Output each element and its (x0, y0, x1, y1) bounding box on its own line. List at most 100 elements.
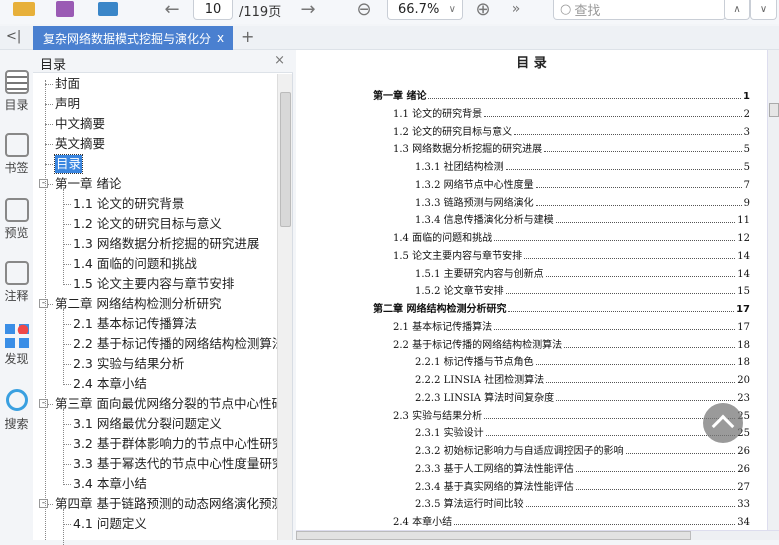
tree-connector (63, 244, 71, 245)
toc-entry[interactable]: 1.1 论文的研究背景 2 (393, 104, 750, 120)
toc-tree-item[interactable]: 3.1 网络最优分裂问题定义 (73, 415, 222, 433)
sidebar-item-bookmarks[interactable]: 书签 (0, 133, 33, 176)
toc-tree-item[interactable]: 第四章 基于链路预测的动态网络演化预测 (55, 495, 284, 513)
document-vertical-scrollbar[interactable] (767, 50, 779, 530)
zoom-in-icon[interactable]: ⊕ (471, 0, 495, 20)
toc-leader (525, 506, 736, 508)
zoom-out-icon[interactable]: ⊖ (352, 0, 376, 20)
toc-tree-item[interactable]: 3.2 基于群体影响力的节点中心性研究 (73, 435, 284, 453)
toc-tree-item[interactable]: 3.3 基于幂迭代的节点中心性度量研究 (73, 455, 284, 473)
toc-entry-title: 1.5.1 主要研究内容与创新点 (415, 268, 544, 280)
toc-entry-title: 1.3.1 社团结构检测 (415, 162, 504, 173)
new-tab-button[interactable]: + (241, 27, 254, 46)
toc-entry[interactable]: 2.2.1 标记传播与节点角色 18 (415, 352, 750, 368)
toc-entry[interactable]: 第一章 绪论 1 (373, 86, 750, 102)
sidebar-item-discover[interactable]: 发现 (0, 324, 33, 367)
toc-entry[interactable]: 2.3.1 实验设计 25 (415, 423, 750, 439)
toc-entry[interactable]: 1.5.1 主要研究内容与创新点 14 (415, 264, 750, 280)
more-tools-button[interactable]: » (506, 0, 526, 18)
toc-entry[interactable]: 1.3.2 网络节点中心性度量 7 (415, 175, 750, 191)
toc-entry[interactable]: 1.3.3 链路预测与网络演化 9 (415, 193, 750, 209)
tree-line (63, 309, 64, 385)
toc-entry-page: 2 (743, 108, 750, 120)
toc-tree-item[interactable]: 声明 (55, 95, 80, 113)
collapse-toggle-icon[interactable]: - (39, 179, 48, 188)
toc-leader (484, 115, 742, 117)
prev-page-icon[interactable]: ← (160, 0, 184, 20)
tree-connector (63, 204, 71, 205)
toc-tree-item[interactable]: 2.1 基本标记传播算法 (73, 315, 197, 333)
search-input[interactable]: ○ 查找 (553, 0, 726, 20)
collapse-toggle-icon[interactable]: - (39, 499, 48, 508)
sidebar-label: 搜索 (4, 417, 29, 431)
save-icon[interactable] (54, 0, 76, 18)
toc-tree-item[interactable]: 封面 (55, 75, 80, 93)
print-icon[interactable] (96, 0, 120, 18)
toc-entry[interactable]: 2.4 本章小结 34 (393, 512, 750, 528)
toc-entry[interactable]: 1.3.1 社团结构检测 5 (415, 157, 750, 173)
document-horizontal-scrollbar[interactable] (296, 530, 779, 540)
toc-tree-item[interactable]: 目录 (53, 154, 84, 174)
toc-entry[interactable]: 2.3.4 基于真实网络的算法性能评估 27 (415, 477, 750, 493)
tree-connector (63, 464, 71, 465)
collapse-toggle-icon[interactable]: - (39, 399, 48, 408)
vertical-scrollbar-thumb[interactable] (769, 103, 779, 117)
sidebar-item-annotations[interactable]: 注释 (0, 261, 33, 304)
toc-tree-item[interactable]: 1.2 论文的研究目标与意义 (73, 215, 222, 233)
list-icon (4, 70, 29, 94)
toc-entry[interactable]: 1.4 面临的问题和挑战 12 (393, 228, 750, 244)
toc-tree-item[interactable]: 中文摘要 (55, 115, 105, 133)
sidebar-item-toc[interactable]: 目录 (0, 70, 33, 113)
toc-entry[interactable]: 1.5 论文主要内容与章节安排 14 (393, 246, 750, 262)
toc-tree-item[interactable]: 3.4 本章小结 (73, 475, 147, 493)
toc-entry-page: 9 (743, 197, 750, 209)
toc-entry[interactable]: 2.2.2 LINSIA 社团检测算法 20 (415, 370, 750, 386)
toc-tree-item[interactable]: 第二章 网络结构检测分析研究 (55, 295, 221, 313)
sidebar-item-search[interactable]: 搜索 (0, 389, 33, 432)
toc-entry[interactable]: 第二章 网络结构检测分析研究 17 (373, 299, 750, 315)
toc-tree-item[interactable]: 1.4 面临的问题和挑战 (73, 255, 197, 273)
search-next-button[interactable]: ∨ (750, 0, 777, 20)
toc-entry[interactable]: 2.3.2 初始标记影响力与自适应调控因子的影响 26 (415, 441, 750, 457)
toc-entry[interactable]: 2.2 基于标记传播的网络结构检测算法 18 (393, 335, 750, 351)
panel-scrollbar[interactable] (277, 74, 292, 540)
panel-scrollbar-thumb[interactable] (280, 92, 291, 227)
toc-entry-page: 20 (737, 375, 750, 386)
toc-tree-item[interactable]: 2.2 基于标记传播的网络结构检测算法 (73, 335, 284, 353)
toc-entry[interactable]: 1.2 论文的研究目标与意义 3 (393, 122, 750, 138)
sidebar-item-preview[interactable]: 预览 (0, 198, 33, 241)
toc-entry[interactable]: 2.3 实验与结果分析 25 (393, 406, 750, 422)
toc-entry[interactable]: 1.5.2 论文章节安排 15 (415, 281, 750, 297)
toc-entry-title: 2.2.3 LINSIA 算法时间复杂度 (415, 392, 555, 404)
toc-tree-item[interactable]: 4.1 问题定义 (73, 515, 147, 533)
toc-entry[interactable]: 2.3.3 基于人工网络的算法性能评估 26 (415, 459, 750, 475)
scroll-to-top-button[interactable] (703, 403, 743, 443)
toc-tree-item[interactable]: 1.3 网络数据分析挖掘的研究进展 (73, 235, 259, 253)
toc-tree-item[interactable]: 2.4 本章小结 (73, 375, 147, 393)
toc-tree-item[interactable]: 2.3 实验与结果分析 (73, 355, 184, 373)
tab-close-button[interactable]: x (217, 31, 224, 45)
toc-leader (535, 186, 742, 188)
search-prev-button[interactable]: ∧ (724, 0, 750, 20)
zoom-select[interactable]: 66.7% ∨ (387, 0, 463, 20)
toc-entry[interactable]: 1.3 网络数据分析挖掘的研究进展 5 (393, 139, 750, 155)
next-page-icon[interactable]: → (296, 0, 320, 20)
panel-close-button[interactable]: × (274, 53, 285, 68)
toc-entry[interactable]: 2.2.3 LINSIA 算法时间复杂度 23 (415, 388, 750, 404)
toc-tree-item[interactable]: 1.5 论文主要内容与章节安排 (73, 275, 234, 293)
tree-connector (63, 224, 71, 225)
horizontal-scrollbar-thumb[interactable] (296, 531, 691, 540)
page-number-input[interactable]: 10 (193, 0, 233, 20)
toc-tree-item[interactable]: 第一章 绪论 (55, 175, 121, 193)
collapse-sidebar-button[interactable]: <| (6, 29, 21, 44)
open-folder-icon[interactable] (12, 0, 36, 18)
toc-entry[interactable]: 2.1 基本标记传播算法 17 (393, 317, 750, 333)
collapse-toggle-icon[interactable]: - (39, 299, 48, 308)
toc-tree-item[interactable]: 英文摘要 (55, 135, 105, 153)
sidebar-label: 注释 (4, 289, 29, 303)
toc-entry[interactable]: 2.3.5 算法运行时间比较 33 (415, 494, 750, 510)
toc-tree-item[interactable]: 1.1 论文的研究背景 (73, 195, 184, 213)
document-tab[interactable]: 复杂网络数据模式挖掘与演化分 x (33, 26, 233, 50)
toc-entry[interactable]: 1.3.4 信息传播演化分析与建模 11 (415, 210, 750, 226)
toc-tree-item[interactable]: 第三章 面向最优网络分裂的节点中心性研 (55, 395, 284, 413)
